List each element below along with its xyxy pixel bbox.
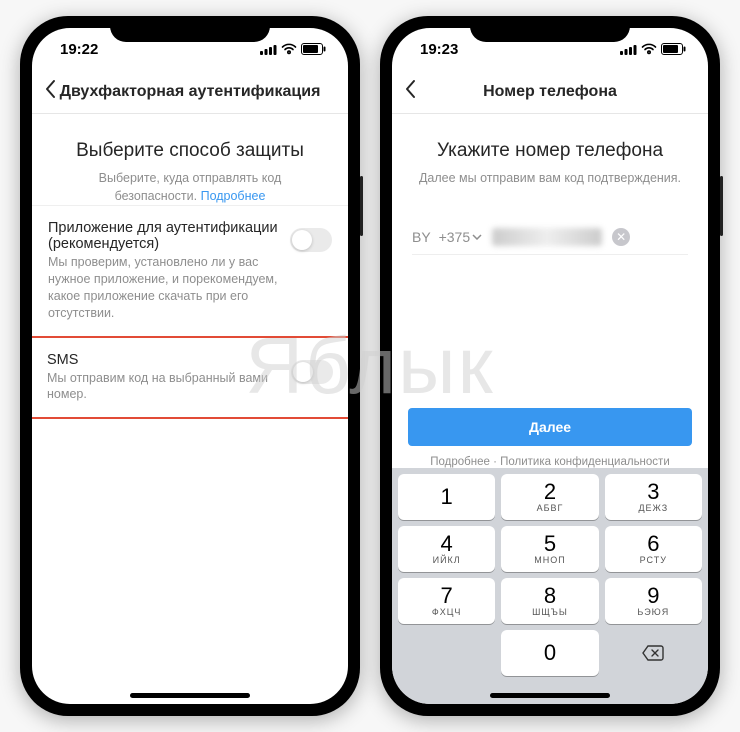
option-auth-app-desc: Мы проверим, установлено ли у вас нужное… [48, 254, 278, 322]
phone-frame-right: 19:23 Номер телефона Укажите номер телеф… [380, 16, 720, 716]
chevron-down-icon [472, 234, 482, 240]
page-subheading: Далее мы отправим вам код подтверждения. [416, 170, 684, 188]
keypad-key-7[interactable]: 7ФХЦЧ [398, 578, 495, 624]
keypad-key-9[interactable]: 9ЬЭЮЯ [605, 578, 702, 624]
nav-bar: Двухфакторная аутентификация [32, 70, 348, 114]
keypad-key-3[interactable]: 3ДЕЖЗ [605, 474, 702, 520]
phone-number-input[interactable] [492, 228, 602, 246]
backspace-icon [641, 644, 665, 662]
chevron-left-icon [404, 79, 416, 99]
back-button[interactable] [404, 79, 416, 105]
page-heading: Укажите номер телефона [408, 140, 692, 162]
status-icons [620, 43, 686, 55]
iphone-notch [470, 16, 630, 42]
option-auth-app-title: Приложение для аутентификации (рекоменду… [48, 220, 278, 252]
keypad-key-6[interactable]: 6РСТУ [605, 526, 702, 572]
option-sms[interactable]: SMS Мы отправим код на выбранный вами но… [32, 336, 348, 420]
nav-title: Номер телефона [483, 83, 617, 101]
battery-icon [301, 43, 326, 55]
status-time: 19:23 [420, 41, 458, 58]
footer-links[interactable]: Подробнее · Политика конфиденциальности [392, 456, 708, 468]
keypad-key-4[interactable]: 4ИЙКЛ [398, 526, 495, 572]
keypad-key-2[interactable]: 2АБВГ [501, 474, 598, 520]
signal-icon [260, 44, 277, 55]
page-heading: Выберите способ защиты [48, 140, 332, 162]
back-button[interactable] [44, 79, 56, 105]
status-icons [260, 43, 326, 55]
phone-input-row: BY +375 ✕ [412, 228, 688, 255]
signal-icon [620, 44, 637, 55]
phone-frame-left: 19:22 Двухфакторная аутентификация Выбер… [20, 16, 360, 716]
learn-more-link[interactable]: Подробнее [201, 189, 266, 203]
option-sms-title: SMS [47, 352, 279, 368]
nav-title: Двухфакторная аутентификация [60, 83, 321, 101]
iphone-notch [110, 16, 270, 42]
keypad-backspace[interactable] [605, 630, 702, 676]
battery-icon [661, 43, 686, 55]
home-indicator[interactable] [130, 693, 250, 698]
keypad-key-5[interactable]: 5МНОП [501, 526, 598, 572]
country-picker[interactable]: BY +375 [412, 229, 482, 245]
keypad-key-0[interactable]: 0 [501, 630, 598, 676]
home-indicator[interactable] [490, 693, 610, 698]
nav-bar: Номер телефона [392, 70, 708, 114]
status-time: 19:22 [60, 41, 98, 58]
option-sms-desc: Мы отправим код на выбранный вами номер. [47, 370, 279, 404]
wifi-icon [281, 43, 297, 55]
chevron-left-icon [44, 79, 56, 99]
wifi-icon [641, 43, 657, 55]
page-subheading: Выберите, куда отправлять код безопаснос… [56, 170, 324, 205]
toggle-auth-app[interactable] [290, 228, 332, 252]
numeric-keypad: 12АБВГ3ДЕЖЗ 4ИЙКЛ5МНОП6РСТУ 7ФХЦЧ8ШЩЪЫ9ЬЭЮ… [392, 468, 708, 704]
clear-input-button[interactable]: ✕ [612, 228, 630, 246]
next-button[interactable]: Далее [408, 408, 692, 446]
keypad-blank [398, 630, 495, 676]
keypad-key-1[interactable]: 1 [398, 474, 495, 520]
toggle-sms[interactable] [291, 360, 333, 384]
option-auth-app[interactable]: Приложение для аутентификации (рекоменду… [32, 205, 348, 336]
keypad-key-8[interactable]: 8ШЩЪЫ [501, 578, 598, 624]
